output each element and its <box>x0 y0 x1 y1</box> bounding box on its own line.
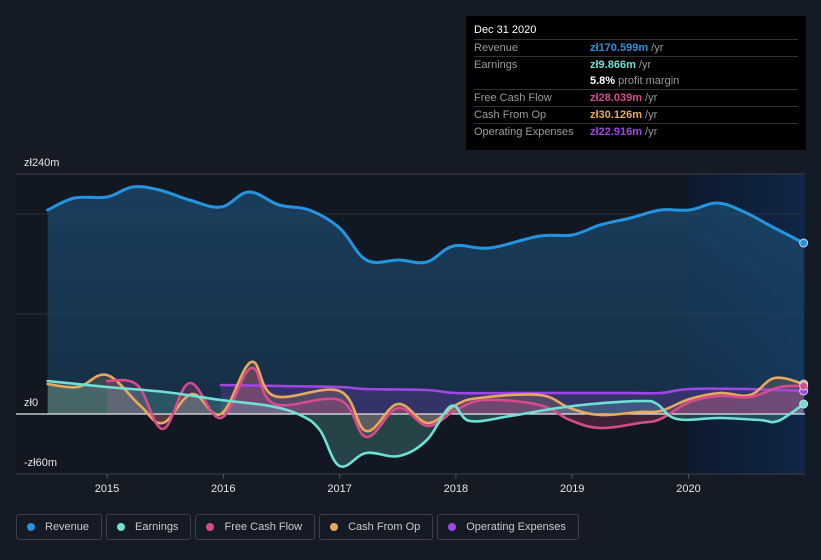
free-cash-flow-end-marker <box>799 381 809 391</box>
x-tick-label: 2018 <box>444 483 468 495</box>
legend-item-free-cash-flow[interactable]: Free Cash Flow <box>195 514 316 540</box>
y-tick-label-0: zł0 <box>24 397 39 409</box>
tooltip-label <box>474 73 590 89</box>
tooltip-row-revenue: Revenue zł170.599m /yr <box>474 40 798 57</box>
tooltip-row-free-cash-flow: Free Cash Flow zł28.039m /yr <box>474 90 798 107</box>
tooltip-unit: profit margin <box>615 75 680 87</box>
tooltip-row-earnings: Earnings zł9.866m /yr <box>474 57 798 73</box>
x-tick-label: 2015 <box>95 483 119 495</box>
tooltip-label: Earnings <box>474 59 518 71</box>
x-tick-label: 2016 <box>211 483 235 495</box>
y-tick-label-240: zł240m <box>24 157 60 169</box>
tooltip-unit: /yr <box>641 126 658 138</box>
earnings-end-marker <box>799 399 809 409</box>
tooltip-value: zł170.599m <box>590 42 649 54</box>
tooltip-row-operating-expenses: Operating Expenses zł22.916m /yr <box>474 124 798 140</box>
cash-from-op-dot-icon <box>330 523 339 531</box>
revenue-end-marker <box>799 238 809 248</box>
tooltip-date: Dec 31 2020 <box>474 22 798 40</box>
tooltip-row-cash-from-op: Cash From Op zł30.126m /yr <box>474 107 798 124</box>
y-tick-label-neg60: -zł60m <box>24 457 58 469</box>
tooltip-value: zł9.866m <box>590 59 636 71</box>
legend-item-operating-expenses[interactable]: Operating Expenses <box>437 514 579 540</box>
legend-label: Operating Expenses <box>466 521 566 533</box>
legend-label: Free Cash Flow <box>224 521 303 533</box>
data-tooltip: Dec 31 2020 Revenue zł170.599m /yr Earni… <box>466 16 806 150</box>
tooltip-value: zł30.126m <box>590 109 642 121</box>
chart-legend: Revenue Earnings Free Cash Flow Cash Fro… <box>16 514 579 540</box>
legend-item-earnings[interactable]: Earnings <box>106 514 192 540</box>
legend-item-cash-from-op[interactable]: Cash From Op <box>319 514 434 540</box>
x-tick-label: 2019 <box>560 483 584 495</box>
tooltip-label: Cash From Op <box>474 109 547 121</box>
legend-label: Cash From Op <box>348 521 421 533</box>
operating-expenses-dot-icon <box>448 523 457 531</box>
tooltip-label: Revenue <box>474 42 519 54</box>
tooltip-unit: /yr <box>635 59 652 71</box>
legend-label: Earnings <box>135 521 179 533</box>
x-tick-label: 2020 <box>676 483 700 495</box>
tooltip-value: zł28.039m <box>590 92 642 104</box>
tooltip-row-profit-margin: 5.8% profit margin <box>474 73 798 90</box>
legend-label: Revenue <box>45 521 90 533</box>
tooltip-unit: /yr <box>648 42 664 54</box>
tooltip-value: 5.8% <box>590 75 616 87</box>
free-cash-flow-dot-icon <box>206 523 215 531</box>
tooltip-label: Operating Expenses <box>474 126 574 138</box>
tooltip-value: zł22.916m <box>590 126 642 138</box>
tooltip-unit: /yr <box>641 92 658 104</box>
tooltip-label: Free Cash Flow <box>474 92 552 104</box>
legend-item-revenue[interactable]: Revenue <box>16 514 103 540</box>
x-tick-label: 2017 <box>327 483 351 495</box>
tooltip-unit: /yr <box>641 109 658 121</box>
x-axis-ticks: 2015 2016 2017 2018 2019 2020 <box>95 474 701 495</box>
revenue-dot-icon <box>27 523 35 531</box>
earnings-dot-icon <box>117 523 126 531</box>
